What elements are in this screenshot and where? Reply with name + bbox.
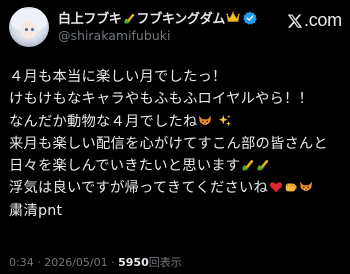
views-count[interactable]: 5950 [118, 256, 149, 269]
tweet-date[interactable]: 2026/05/01 [44, 256, 107, 269]
tweet-text: ４月も本当に楽しい月でしたっ！ けもけもなキャラやもふもふロイヤルやら！！ なん… [9, 66, 345, 222]
tweet-metadata: 0:34 · 2026/05/01 · 5950回表示 [9, 254, 182, 270]
fox-emoji [299, 182, 313, 192]
tweet-card: 白上フブキ フブキングダム @shirakamifubuki .com ４月も本… [0, 0, 350, 274]
sparkles-emoji [219, 114, 232, 126]
tweet-line: 日々を楽しんでいきたいと思います [9, 155, 345, 177]
avatar-eye [31, 28, 34, 31]
fox-emoji [199, 115, 212, 125]
meta-separator: · [111, 256, 115, 269]
site-domain: .com [304, 10, 342, 30]
views-label: 回表示 [148, 256, 182, 269]
crown-emoji [226, 11, 240, 22]
verified-badge-icon [243, 11, 257, 25]
corn-emoji [123, 13, 134, 24]
tweet-time[interactable]: 0:34 [9, 256, 34, 269]
meta-separator: · [37, 256, 41, 269]
x-com-logo: .com [287, 10, 342, 31]
display-name: 白上フブキ [58, 11, 122, 27]
tweet-line: なんだか動物な４月でしたね [9, 111, 345, 133]
display-name-suffix: フブキングダム [136, 11, 226, 27]
author-name-row[interactable]: 白上フブキ フブキングダム [58, 8, 257, 27]
tweet-line: 来月も楽しい配信を心がけてすこん部の皆さんと [9, 135, 328, 152]
red-heart-emoji [269, 182, 282, 193]
tweet-line: けもけもなキャラやもふもふロイヤルやら！！ [9, 91, 314, 108]
avatar-face [21, 21, 37, 39]
corn-emoji [242, 160, 254, 171]
fist-emoji [285, 183, 297, 192]
tweet-line: ４月も本当に楽しい月でしたっ！ [9, 69, 227, 85]
tweet-line: 浮気は良いですが帰ってきてくださいね [9, 177, 345, 199]
tweet-line: 粛清pnt [9, 202, 63, 219]
avatar[interactable] [9, 7, 49, 47]
x-logo-icon [287, 13, 303, 28]
author-handle[interactable]: @shirakamifubuki [58, 28, 170, 43]
avatar-eye [25, 28, 28, 31]
corn-emoji [257, 160, 269, 171]
